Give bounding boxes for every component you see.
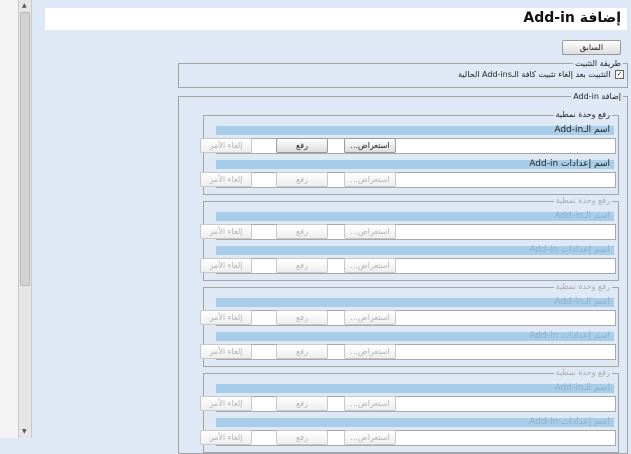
upload-settings-button[interactable]: رفع bbox=[276, 258, 328, 273]
cancel-settings-button[interactable]: إلغاء الأمر bbox=[200, 344, 252, 359]
upload-module-legend: رفع وحدة نمطية bbox=[553, 368, 612, 377]
browse-module-button[interactable]: استعراض... bbox=[344, 224, 396, 239]
browse-module-button[interactable]: استعراض... bbox=[344, 396, 396, 411]
cancel-settings-button[interactable]: إلغاء الأمر bbox=[200, 258, 252, 273]
upload-module-button[interactable]: رفع bbox=[276, 138, 328, 153]
install-method-legend: طريقة التثبيت bbox=[574, 59, 621, 68]
settings-name-text: اسم إعدادات Add-in bbox=[529, 245, 610, 255]
scroll-down-icon[interactable]: ▼ bbox=[22, 428, 27, 435]
cancel-module-button[interactable]: إلغاء الأمر bbox=[200, 138, 252, 153]
cancel-module-button[interactable]: إلغاء الأمر bbox=[200, 224, 252, 239]
module-name-text: اسم الـAdd-in bbox=[554, 383, 610, 393]
module-name-label: اسم الـAdd-in bbox=[216, 126, 614, 135]
module-name-text: اسم الـAdd-in bbox=[554, 211, 610, 221]
left-panel bbox=[0, 0, 18, 438]
scrollbar-thumb[interactable] bbox=[20, 12, 30, 286]
settings-name-text: اسم إعدادات Add-in bbox=[529, 159, 610, 169]
settings-name-label: اسم إعدادات Add-in bbox=[216, 332, 614, 341]
upload-module-box: رفع وحدة نمطية اسم الـAdd-in استعراض... … bbox=[200, 110, 619, 195]
uninstall-checkbox[interactable]: ✓ bbox=[615, 70, 624, 79]
add-addin-group: إضافة Add-in رفع وحدة نمطية اسم الـAdd-i… bbox=[178, 92, 628, 454]
browse-settings-button[interactable]: استعراض... bbox=[344, 258, 396, 273]
cancel-module-button[interactable]: إلغاء الأمر bbox=[200, 310, 252, 325]
settings-name-label: اسم إعدادات Add-in bbox=[216, 246, 614, 255]
upload-module-box: رفع وحدة نمطية اسم الـAdd-in استعراض... … bbox=[200, 196, 619, 281]
module-name-label: اسم الـAdd-in bbox=[216, 298, 614, 307]
back-button[interactable]: السابق bbox=[562, 40, 621, 55]
page-title: إضافة Add-in bbox=[523, 10, 621, 26]
main-content: إضافة Add-in السابق طريقة التثبيت ✓ التث… bbox=[31, 0, 631, 454]
upload-module-legend: رفع وحدة نمطية bbox=[553, 110, 612, 119]
browse-settings-button[interactable]: استعراض... bbox=[344, 344, 396, 359]
upload-module-button[interactable]: رفع bbox=[276, 224, 328, 239]
upload-module-box: رفع وحدة نمطية اسم الـAdd-in استعراض... … bbox=[200, 368, 619, 453]
scroll-up-icon[interactable]: ▲ bbox=[22, 2, 27, 9]
upload-settings-button[interactable]: رفع bbox=[276, 344, 328, 359]
uninstall-checkbox-row[interactable]: ✓ التثبيت بعد إلغاء تثبيت كافة الـAdd-in… bbox=[458, 70, 624, 79]
upload-module-box: رفع وحدة نمطية اسم الـAdd-in استعراض... … bbox=[200, 282, 619, 367]
uninstall-checkbox-label: التثبيت بعد إلغاء تثبيت كافة الـAdd-ins … bbox=[458, 70, 611, 79]
upload-module-button[interactable]: رفع bbox=[276, 310, 328, 325]
add-addin-legend: إضافة Add-in bbox=[573, 92, 621, 101]
install-method-group: طريقة التثبيت ✓ التثبيت بعد إلغاء تثبيت … bbox=[178, 59, 628, 88]
upload-module-legend: رفع وحدة نمطية bbox=[553, 282, 612, 291]
module-name-label: اسم الـAdd-in bbox=[216, 212, 614, 221]
settings-name-text: اسم إعدادات Add-in bbox=[529, 331, 610, 341]
upload-module-legend: رفع وحدة نمطية bbox=[553, 196, 612, 205]
browse-settings-button[interactable]: استعراض... bbox=[344, 172, 396, 187]
cancel-module-button[interactable]: إلغاء الأمر bbox=[200, 396, 252, 411]
browse-module-button[interactable]: استعراض... bbox=[344, 138, 396, 153]
settings-name-label: اسم إعدادات Add-in bbox=[216, 160, 614, 169]
title-bar: إضافة Add-in bbox=[45, 8, 627, 30]
browse-module-button[interactable]: استعراض... bbox=[344, 310, 396, 325]
cancel-settings-button[interactable]: إلغاء الأمر bbox=[200, 172, 252, 187]
upload-module-button[interactable]: رفع bbox=[276, 396, 328, 411]
settings-name-text: اسم إعدادات Add-in bbox=[529, 417, 610, 427]
module-name-text: اسم الـAdd-in bbox=[554, 297, 610, 307]
settings-name-label: اسم إعدادات Add-in bbox=[216, 418, 614, 427]
module-name-text: اسم الـAdd-in bbox=[554, 125, 610, 135]
upload-settings-button[interactable]: رفع bbox=[276, 172, 328, 187]
module-name-label: اسم الـAdd-in bbox=[216, 384, 614, 393]
